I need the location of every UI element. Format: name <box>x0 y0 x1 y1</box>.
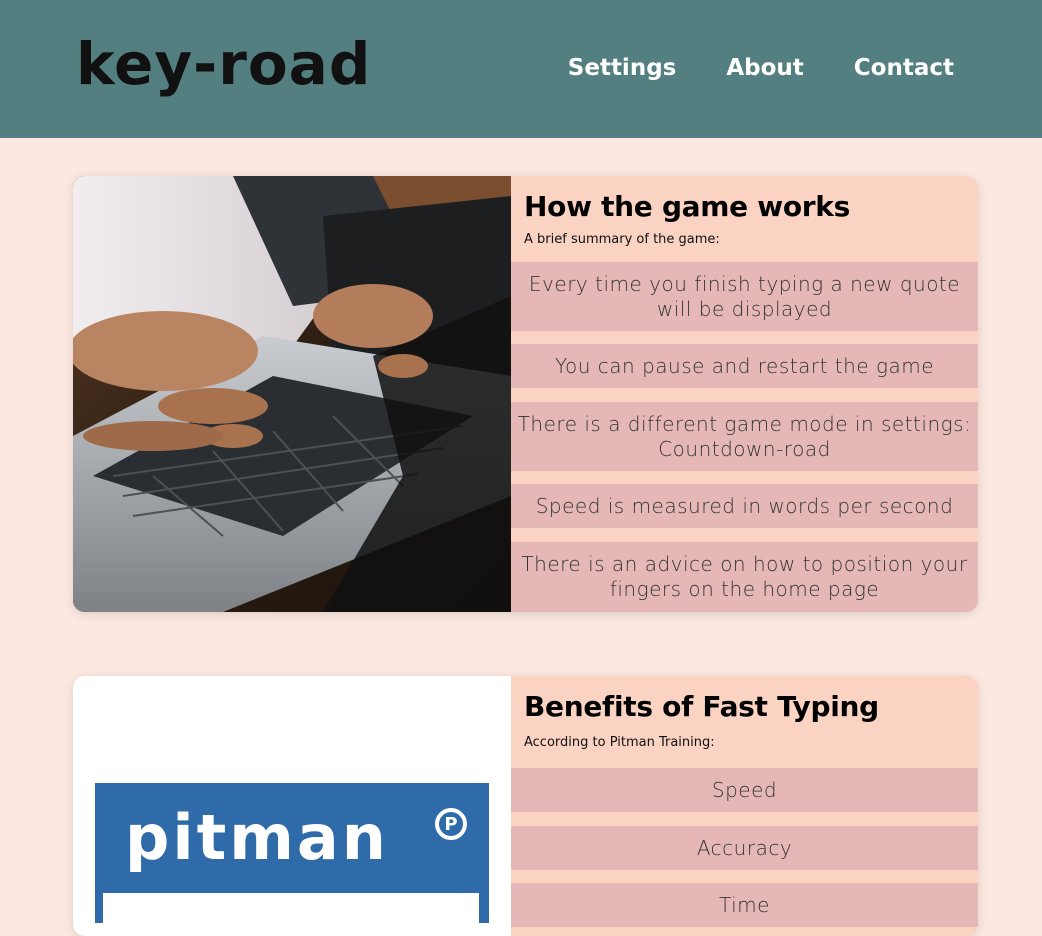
pitman-logo-band <box>103 893 479 923</box>
pitman-logo-image: pitman P <box>73 676 511 936</box>
benefits-subtitle: According to Pitman Training: <box>524 735 715 750</box>
game-summary-subtitle: A brief summary of the game: <box>524 232 720 247</box>
list-item: There is a different game mode in settin… <box>511 402 978 471</box>
list-item: There is an advice on how to position yo… <box>511 542 978 612</box>
list-item: You can pause and restart the game <box>511 344 978 388</box>
nav-contact-link[interactable]: Contact <box>854 48 954 88</box>
game-summary-card: How the game works A brief summary of th… <box>73 176 978 612</box>
pitman-mark-icon: P <box>435 808 467 840</box>
list-item: Every time you finish typing a new quote… <box>511 262 978 331</box>
pitman-logo: pitman P <box>95 783 489 923</box>
laptop-typing-image <box>73 176 511 612</box>
list-item: Speed is measured in words per second <box>511 484 978 528</box>
list-item: Accuracy <box>511 826 978 870</box>
benefits-title: Benefits of Fast Typing <box>524 690 879 723</box>
nav-settings-link[interactable]: Settings <box>568 48 677 88</box>
benefits-content: Benefits of Fast Typing According to Pit… <box>511 676 978 936</box>
pitman-logo-text: pitman <box>125 801 389 874</box>
game-summary-content: How the game works A brief summary of th… <box>511 176 978 612</box>
list-item: Speed <box>511 768 978 812</box>
nav-about-link[interactable]: About <box>726 48 803 88</box>
game-summary-title: How the game works <box>524 190 850 223</box>
main-nav: Settings About Contact <box>568 48 954 88</box>
site-header: key-road Settings About Contact <box>0 0 1042 138</box>
benefits-card: pitman P Benefits of Fast Typing Accordi… <box>73 676 978 936</box>
site-logo[interactable]: key-road <box>76 24 371 104</box>
list-item: Time <box>511 883 978 927</box>
